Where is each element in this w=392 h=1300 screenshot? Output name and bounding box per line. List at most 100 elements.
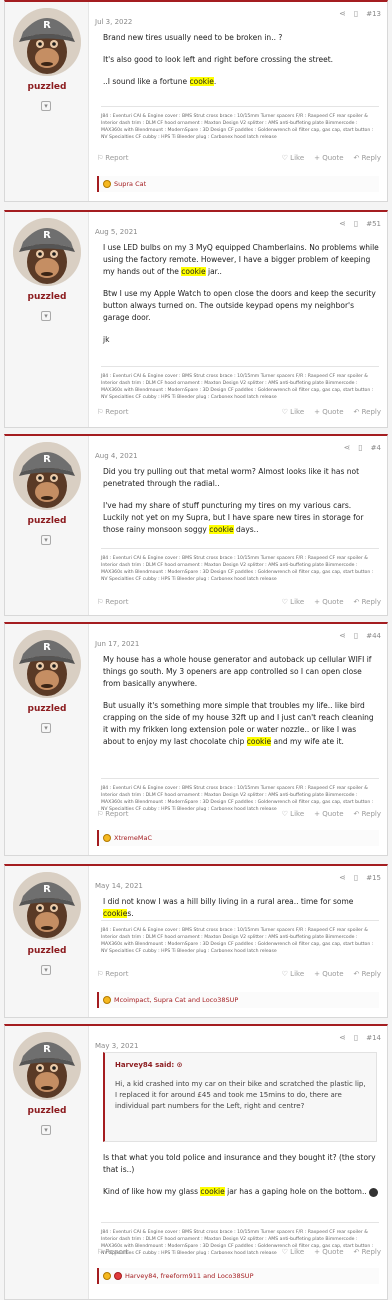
post-number[interactable]: #15 — [366, 874, 381, 882]
reactions-users[interactable]: Supra Cat — [114, 180, 146, 188]
reactions-bar[interactable]: Mcoimpact, Supra Cat and Loco38SUP — [97, 992, 379, 1008]
reply-button[interactable]: ↶ Reply — [354, 598, 381, 606]
search-highlight: cookie — [181, 267, 206, 276]
post-header-icons: ⋖ ▯ #4 — [344, 443, 381, 452]
user-details-toggle-icon[interactable]: ▾ — [41, 101, 51, 111]
username[interactable]: puzzled — [5, 292, 89, 302]
share-icon[interactable]: ⋖ — [339, 9, 346, 18]
post-date[interactable]: Jul 3, 2022 — [95, 18, 132, 26]
avatar[interactable]: R — [13, 1032, 81, 1100]
like-label: Like — [290, 810, 305, 818]
reply-button[interactable]: ↶ Reply — [354, 1248, 381, 1256]
post-paragraph: My house has a whole house generator and… — [103, 655, 372, 688]
like-icon: ♡ — [281, 970, 291, 978]
like-button[interactable]: ♡ Like — [282, 970, 304, 978]
laugh-reaction-icon — [103, 834, 111, 842]
svg-text:R: R — [43, 20, 51, 31]
post-main: May 3, 2021 ⋖ ▯ #14 Is that what you tol… — [95, 1026, 381, 1299]
reply-button[interactable]: ↶ Reply — [354, 408, 381, 416]
user-info-panel: R puzzled ▾ — [5, 866, 89, 1017]
post-date[interactable]: May 14, 2021 — [95, 882, 143, 890]
quote-author-link[interactable]: Harvey84 said: ⊙ — [115, 1061, 183, 1069]
like-button[interactable]: ♡ Like — [282, 154, 304, 162]
report-button[interactable]: ⚐ Report — [97, 598, 129, 606]
user-details-toggle-icon[interactable]: ▾ — [41, 1125, 51, 1135]
reactions-bar[interactable]: XtremeMaC — [97, 830, 379, 846]
share-icon[interactable]: ⋖ — [339, 1033, 346, 1042]
post-date[interactable]: Aug 5, 2021 — [95, 228, 138, 236]
post-number[interactable]: #51 — [366, 220, 381, 228]
report-icon: ⚐ — [97, 408, 104, 416]
like-button[interactable]: ♡ Like — [282, 408, 304, 416]
search-highlight: cookie — [200, 1187, 225, 1196]
quote-button[interactable]: + Quote — [314, 970, 343, 978]
quote-button[interactable]: + Quote — [314, 810, 343, 818]
post-signature: J84 : Eventuri CAI & Engine cover : BMS … — [101, 920, 379, 955]
reply-button[interactable]: ↶ Reply — [354, 970, 381, 978]
bookmark-icon[interactable]: ▯ — [358, 443, 362, 452]
post-date[interactable]: Aug 4, 2021 — [95, 452, 138, 460]
bookmark-icon[interactable]: ▯ — [354, 219, 358, 228]
quote-button[interactable]: + Quote — [314, 154, 343, 162]
report-button[interactable]: ⚐ Report — [97, 1248, 129, 1256]
username[interactable]: puzzled — [5, 704, 89, 714]
bookmark-icon[interactable]: ▯ — [354, 9, 358, 18]
username[interactable]: puzzled — [5, 1106, 89, 1116]
post-action-group: ♡ Like + Quote ↶ Reply — [282, 408, 381, 416]
like-button[interactable]: ♡ Like — [282, 598, 304, 606]
search-highlight: cookie — [209, 525, 234, 534]
user-details-toggle-icon[interactable]: ▾ — [41, 535, 51, 545]
post-number[interactable]: #14 — [366, 1034, 381, 1042]
avatar[interactable]: R — [13, 8, 81, 76]
share-icon[interactable]: ⋖ — [339, 219, 346, 228]
user-details-toggle-icon[interactable]: ▾ — [41, 965, 51, 975]
post-number[interactable]: #13 — [366, 10, 381, 18]
share-icon[interactable]: ⋖ — [339, 631, 346, 640]
username[interactable]: puzzled — [5, 82, 89, 92]
avatar[interactable]: R — [13, 872, 81, 940]
avatar[interactable]: R — [13, 218, 81, 286]
user-details-toggle-icon[interactable]: ▾ — [41, 723, 51, 733]
share-icon[interactable]: ⋖ — [339, 873, 346, 882]
reactions-users[interactable]: Mcoimpact, Supra Cat and Loco38SUP — [114, 996, 238, 1004]
avatar[interactable]: R — [13, 442, 81, 510]
report-button[interactable]: ⚐ Report — [97, 154, 129, 162]
avatar[interactable]: R — [13, 630, 81, 698]
post-date[interactable]: May 3, 2021 — [95, 1042, 138, 1050]
bookmark-icon[interactable]: ▯ — [354, 873, 358, 882]
laughing-emoji-icon — [369, 1187, 379, 1197]
user-details-toggle-icon[interactable]: ▾ — [41, 311, 51, 321]
post-number[interactable]: #44 — [366, 632, 381, 640]
reactions-bar[interactable]: Supra Cat — [97, 176, 379, 192]
reply-button[interactable]: ↶ Reply — [354, 810, 381, 818]
reactions-users[interactable]: Harvey84, freeform911 and Loco38SUP — [125, 1272, 254, 1280]
post-main: Aug 4, 2021 ⋖ ▯ #4 Did you try pulling o… — [95, 436, 381, 615]
quote-button[interactable]: + Quote — [314, 598, 343, 606]
like-button[interactable]: ♡ Like — [282, 1248, 304, 1256]
username[interactable]: puzzled — [5, 516, 89, 526]
reply-icon: ↶ — [353, 1248, 362, 1256]
like-button[interactable]: ♡ Like — [282, 810, 304, 818]
post-date[interactable]: Jun 17, 2021 — [95, 640, 139, 648]
report-button[interactable]: ⚐ Report — [97, 810, 129, 818]
like-label: Like — [290, 1248, 305, 1256]
post-header-icons: ⋖ ▯ #51 — [339, 219, 381, 228]
like-icon: ♡ — [281, 1248, 291, 1256]
bookmark-icon[interactable]: ▯ — [354, 1033, 358, 1042]
reactions-bar[interactable]: Harvey84, freeform911 and Loco38SUP — [97, 1268, 379, 1284]
reactions-users[interactable]: XtremeMaC — [114, 834, 152, 842]
avatar-monkey-image: R — [13, 442, 81, 510]
username[interactable]: puzzled — [5, 946, 89, 956]
reply-icon: ↶ — [353, 810, 362, 818]
share-icon[interactable]: ⋖ — [344, 443, 351, 452]
report-button[interactable]: ⚐ Report — [97, 970, 129, 978]
post-paragraph: I use LED bulbs on my 3 MyQ equipped Cha… — [103, 243, 379, 276]
love-reaction-icon — [114, 1272, 122, 1280]
bookmark-icon[interactable]: ▯ — [354, 631, 358, 640]
reply-button[interactable]: ↶ Reply — [354, 154, 381, 162]
quote-button[interactable]: + Quote — [314, 1248, 343, 1256]
quote-button[interactable]: + Quote — [314, 408, 343, 416]
report-button[interactable]: ⚐ Report — [97, 408, 129, 416]
post-number[interactable]: #4 — [371, 444, 381, 452]
post-main: Jun 17, 2021 ⋖ ▯ #44 My house has a whol… — [95, 624, 381, 855]
